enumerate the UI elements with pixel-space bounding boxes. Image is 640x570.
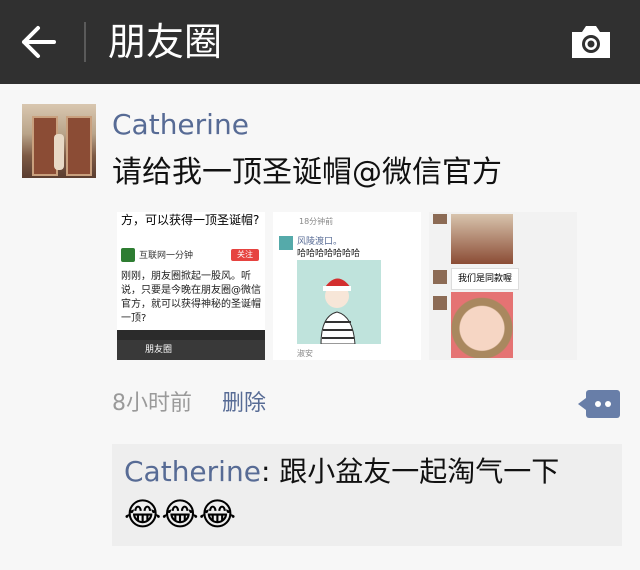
page-title: 朋友圈 — [108, 20, 223, 64]
image-time: 18分钟前 — [299, 217, 334, 226]
source-name: 互联网一分钟 — [139, 251, 194, 261]
status-bar — [117, 330, 265, 340]
chat-bubble: 我们是同款喔 — [451, 268, 520, 290]
post-image-2[interactable]: 18分钟前 风陵渡口。 哈哈哈哈哈哈哈 淑安 — [273, 212, 421, 360]
image-text: 哈哈哈哈哈哈哈 — [297, 249, 361, 259]
child-photo — [451, 292, 513, 358]
chat-avatar — [433, 214, 447, 224]
comment-emojis: 😂😂😂 — [124, 495, 237, 533]
chat-avatar — [433, 270, 447, 284]
comment-area: Catherine: 跟小盆友一起淘气一下 😂😂😂 — [112, 444, 622, 546]
post-text: 请给我一顶圣诞帽@微信官方 — [112, 155, 502, 190]
image-avatar — [279, 236, 293, 250]
moments-feed: Catherine 请给我一顶圣诞帽@微信官方 方，可以获得一顶圣诞帽? 互联网… — [0, 84, 640, 570]
source-logo-icon — [121, 248, 135, 262]
post-image-3[interactable]: 我们是同款喔 — [429, 212, 577, 360]
post-time: 8小时前 — [112, 391, 192, 416]
avatar-person — [54, 134, 64, 170]
back-arrow-icon[interactable] — [18, 24, 58, 60]
image-nav-bar: 朋友圈 — [117, 340, 265, 360]
commenter-name[interactable]: Catherine — [124, 455, 261, 488]
comment-item: Catherine: 跟小盆友一起淘气一下 — [124, 454, 614, 490]
image-caption: 淑安 — [297, 349, 313, 358]
chat-avatar — [433, 296, 447, 310]
chat-photo — [451, 214, 513, 264]
post-image-1[interactable]: 方，可以获得一顶圣诞帽? 互联网一分钟 关注 刚刚，朋友圈掀起一股风。听说，只要… — [117, 212, 265, 360]
topbar-divider — [84, 22, 86, 62]
author-name[interactable]: Catherine — [112, 108, 249, 142]
avatar[interactable] — [22, 104, 96, 178]
delete-link[interactable]: 删除 — [222, 388, 266, 420]
image-top-text: 方，可以获得一顶圣诞帽? — [121, 213, 260, 227]
comment-dot — [605, 401, 611, 407]
follow-badge: 关注 — [231, 249, 259, 261]
comment-dot — [595, 401, 601, 407]
cartoon-picture — [297, 260, 381, 345]
camera-icon[interactable] — [568, 22, 614, 62]
comment-icon[interactable] — [578, 390, 620, 418]
image-nav-title: 朋友圈 — [145, 345, 173, 355]
avatar-photo-detail — [66, 116, 92, 176]
comment-separator: : — [260, 455, 280, 488]
image-body-text: 刚刚，朋友圈掀起一股风。听说，只要是今晚在朋友圈@微信官方，就可以获得神秘的圣诞… — [121, 271, 261, 324]
top-bar: 朋友圈 — [0, 0, 640, 84]
comment-text: 跟小盆友一起淘气一下 — [279, 455, 560, 488]
